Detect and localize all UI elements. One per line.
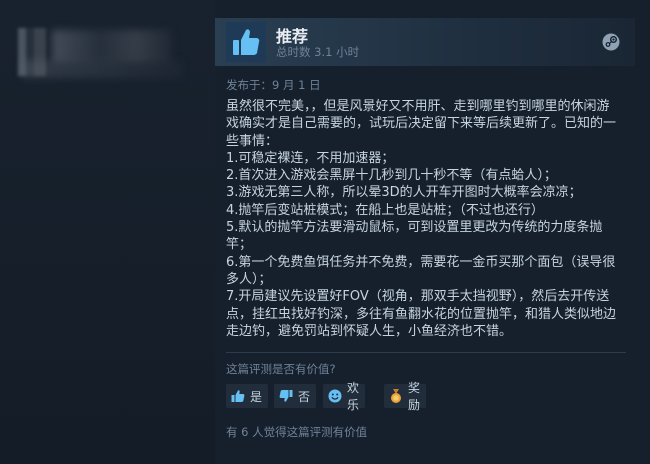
review-line: 7.开局建议先设置好FOV（视角，那双手太挡视野），然后去开传送 <box>226 289 610 305</box>
posted-date: 发布于：9 月 1 日 <box>226 78 321 92</box>
review-line: 6.第一个免费鱼饵任务并不免费，需要花一金币买那个面包（误导很 <box>226 254 616 270</box>
review-line: 2.首次进入游戏会黑屏十几秒到几十秒不等（有点蛤人）； <box>226 168 557 184</box>
divider <box>226 352 626 353</box>
playtime: 总时数 3.1 小时 <box>276 45 360 59</box>
review-line: 3.游戏无第三人称，所以晕3D的人开车开图时大概率会凉凉； <box>226 185 582 201</box>
review-body: 虽然很不完美，，但是风景好又不用肝、走到哪里钓到哪里的休闲游 戏确实才是自己需要… <box>226 98 621 340</box>
vote-funny-label: 欢乐 <box>347 381 360 412</box>
review-line: 1.可稳定裸连，不用加速器； <box>226 150 395 166</box>
award-label: 奖励 <box>408 381 421 412</box>
thumbs-up-icon <box>231 390 245 402</box>
helpful-question: 这篇评测是否有价值? <box>226 362 336 376</box>
review-line: 走边钓，避免罚站到怀疑人生，小鱼经济也不错。 <box>226 323 513 339</box>
helpful-count: 有 6 人觉得这篇评测有价值 <box>226 425 368 439</box>
review-line: 竿； <box>226 237 253 253</box>
review-line: 点，挂红虫找好钓深，多往有鱼翻水花的位置抛竿，和猎人类似地边 <box>226 306 617 322</box>
vote-yes-button[interactable]: 是 <box>226 384 269 408</box>
reviewer-info-redacted <box>22 60 182 78</box>
award-button[interactable]: 奖励 <box>384 381 427 412</box>
vote-no-label: 否 <box>298 389 311 404</box>
review-line: 多人）； <box>226 271 272 287</box>
steam-icon <box>602 33 620 51</box>
smiley-icon <box>328 389 342 403</box>
review-line: 虽然很不完美，，但是风景好又不用肝、走到哪里钓到哪里的休闲游 <box>226 99 610 114</box>
vote-yes-label: 是 <box>250 389 263 404</box>
reviewer-panel <box>0 0 215 464</box>
vote-no-button[interactable]: 否 <box>274 384 317 408</box>
review-line: 5.默认的抛竿方法要滑动鼠标，可到设置里更改为传统的力度条抛 <box>226 220 603 236</box>
review-line: 戏确实才是自己需要的，试玩后决定留下来等后续更新了。已知的一 <box>226 116 617 132</box>
vote-funny-button[interactable]: 欢乐 <box>323 381 366 412</box>
verdict-thumbs-up-icon <box>226 22 266 62</box>
reviewer-name-redacted[interactable] <box>52 30 172 62</box>
review-line: 4.抛竿后变站桩模式；在船上也是站桩；（不过也还行） <box>226 202 544 218</box>
award-medal-icon <box>391 389 401 403</box>
thumbs-up-icon <box>226 22 266 62</box>
thumbs-down-icon <box>279 390 293 402</box>
review-line: 些事情： <box>226 133 279 149</box>
